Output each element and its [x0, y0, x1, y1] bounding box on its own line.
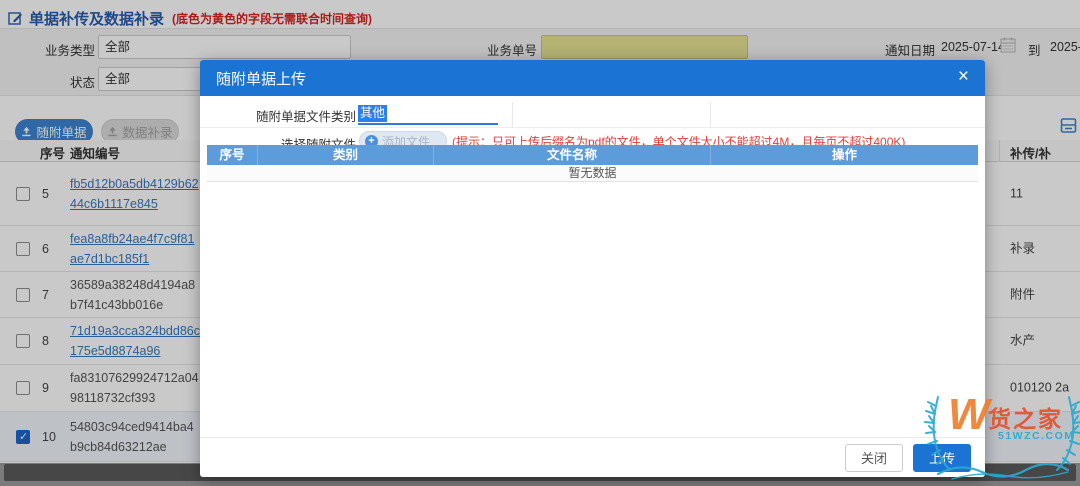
- close-icon[interactable]: ×: [958, 67, 969, 86]
- modal-col-seq: 序号: [207, 145, 258, 165]
- modal-footer: 关闭 上传: [200, 437, 985, 477]
- upload-modal: 随附单据上传 × 随附单据文件类别 其他 选择随附文件 + 添加文件 (提示：只…: [200, 60, 985, 477]
- category-label: 随附单据文件类别: [255, 110, 356, 124]
- empty-state-text: 暂无数据: [207, 165, 978, 182]
- modal-col-action: 操作: [831, 148, 857, 162]
- screen: 单据补传及数据补录 (底色为黄色的字段无需联合时间查询) 业务类型 全部 业务单…: [0, 0, 1080, 486]
- modal-header: 随附单据上传 ×: [200, 60, 985, 96]
- cell-divider: [710, 102, 711, 128]
- cell-divider: [512, 102, 513, 128]
- modal-close-button[interactable]: 关闭: [845, 443, 903, 472]
- modal-col-category: 类别: [258, 145, 434, 165]
- modal-table-header: 序号 类别 文件名称 操作: [207, 145, 978, 165]
- modal-upload-button[interactable]: 上传: [913, 443, 971, 472]
- modal-col-filename: 文件名称: [434, 145, 711, 165]
- modal-title: 随附单据上传: [216, 70, 307, 88]
- modal-file-table: 序号 类别 文件名称 操作 暂无数据: [207, 145, 978, 182]
- category-form-row: 随附单据文件类别 其他: [200, 102, 985, 128]
- category-selected-text: 其他: [358, 105, 388, 122]
- category-input[interactable]: 其他: [358, 103, 498, 125]
